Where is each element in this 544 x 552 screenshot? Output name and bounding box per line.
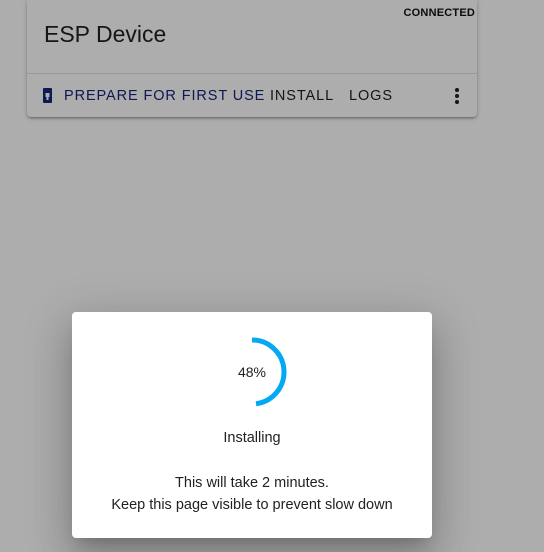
- install-visibility-message: Keep this page visible to prevent slow d…: [111, 497, 393, 513]
- install-status: Installing: [223, 430, 281, 446]
- install-duration-message: This will take 2 minutes.: [175, 475, 329, 491]
- install-dialog: 48% Installing This will take 2 minutes.…: [72, 312, 432, 538]
- progress-percent: 48%: [237, 364, 267, 380]
- page: CONNECTED ESP Device PREPARE FOR FIRST U…: [0, 0, 544, 552]
